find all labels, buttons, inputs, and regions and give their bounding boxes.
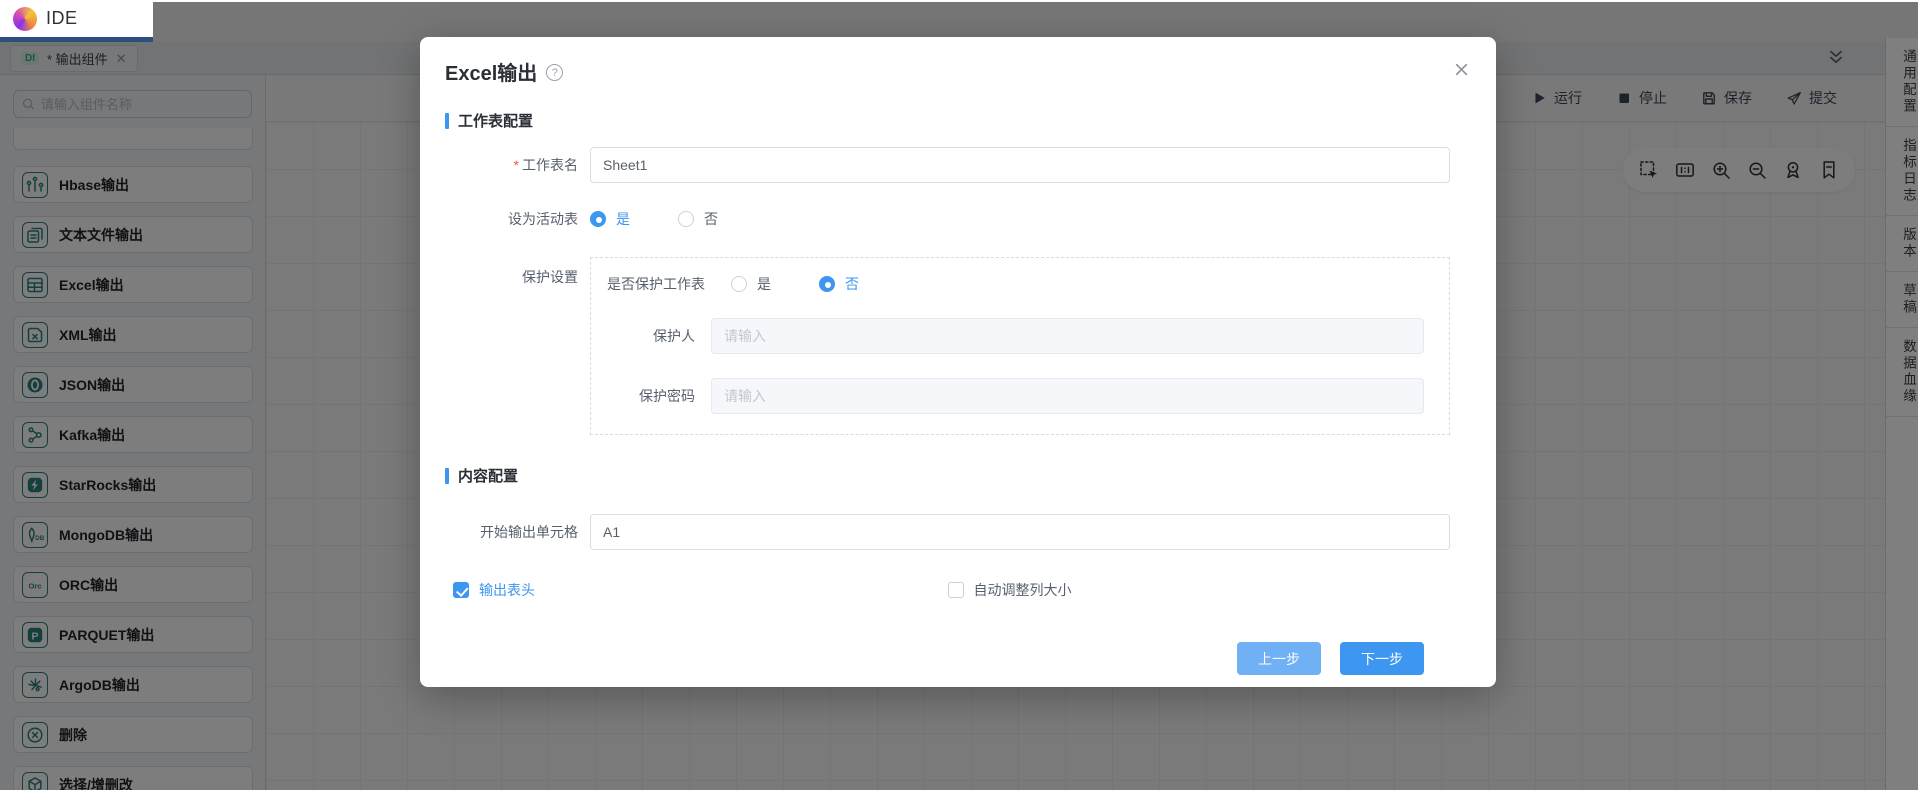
protection-settings-label: 保护设置 [522,269,578,285]
radio-selected-icon [590,211,606,227]
protect-password-label: 保护密码 [639,388,695,404]
section-title: 工作表配置 [458,113,534,130]
previous-step-button[interactable]: 上一步 [1237,642,1321,675]
protect-sheet-label: 是否保护工作表 [607,276,705,292]
sheet-name-label: * 工作表名 [513,157,578,173]
start-cell-label: 开始输出单元格 [480,524,578,540]
protector-label: 保护人 [653,328,695,344]
checkbox-unchecked-icon [947,582,964,598]
active-sheet-radio-yes[interactable]: 是 [590,209,630,229]
app-title: IDE [46,8,78,28]
radio-label: 是 [616,211,630,227]
radio-selected-icon [819,276,835,292]
radio-label: 否 [845,276,859,292]
protect-sheet-radio-yes[interactable]: 是 [731,274,771,294]
radio-label: 是 [757,276,771,292]
sheet-name-input[interactable] [590,147,1450,183]
window-top-edge [0,0,1918,2]
checkbox-label: 输出表头 [479,582,535,598]
screen: DI * 输出组件 ✕ Hbase输出文本文件输出Excel输出XML输出JSO… [0,0,1918,790]
active-sheet-label: 设为活动表 [508,211,578,227]
checkbox-label: 自动调整列大小 [973,582,1072,598]
next-step-button[interactable]: 下一步 [1340,642,1424,675]
output-header-checkbox[interactable]: 输出表头 [445,580,948,600]
help-icon[interactable]: ? [546,64,564,81]
section-accent-bar [445,467,449,484]
checkbox-checked-icon [453,582,469,598]
dialog-title: Excel输出 [445,63,538,85]
excel-output-dialog: Excel输出 ? 工作表配置 *工作表名 设为活动表 [420,37,1496,687]
protection-settings-box: 是否保护工作表 是 否 保护人 请输入 保护密码 请输入 [590,257,1450,435]
radio-label: 否 [704,211,718,227]
protect-sheet-radio-no[interactable]: 否 [819,274,859,294]
radio-unselected-icon [731,276,747,292]
radio-unselected-icon [678,211,694,227]
app-logo-icon [13,6,37,31]
start-cell-input[interactable] [590,514,1450,550]
protect-password-input [711,378,1424,414]
required-mark: * [513,157,519,173]
protector-input [711,318,1424,354]
section-accent-bar [445,112,449,129]
section-content-config: 内容配置 [445,465,1450,486]
app-logo-box: IDE [0,0,153,42]
auto-fit-columns-checkbox[interactable]: 自动调整列大小 [947,580,1451,600]
section-worksheet-config: 工作表配置 [445,110,1450,131]
section-title: 内容配置 [458,468,519,485]
dialog-close-icon[interactable] [1453,61,1470,83]
active-sheet-radio-no[interactable]: 否 [678,209,718,229]
